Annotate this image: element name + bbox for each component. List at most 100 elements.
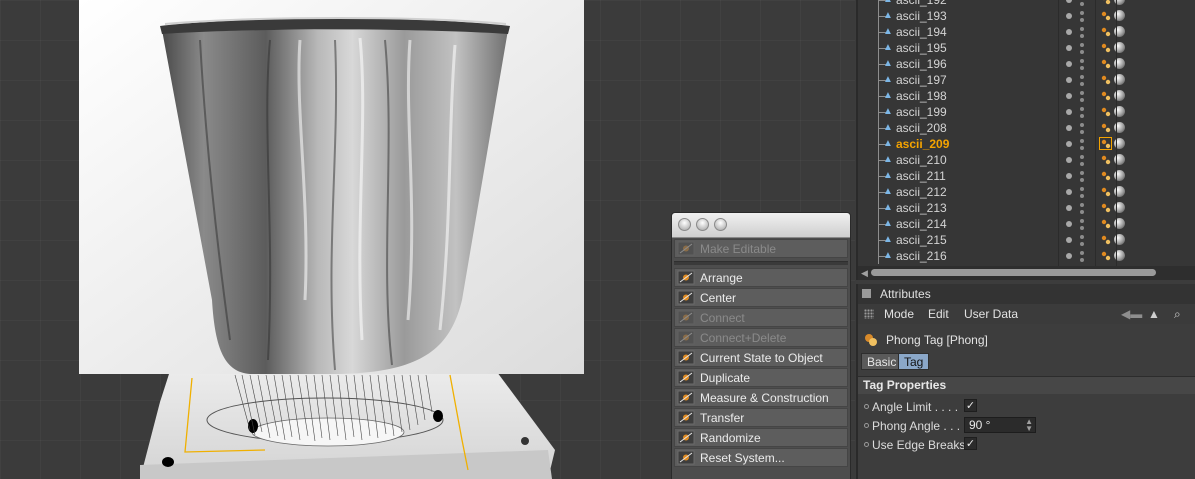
render-visibility-dot-icon[interactable]	[1080, 210, 1084, 214]
render-visibility-dot-icon[interactable]	[1080, 130, 1084, 134]
command-current-state[interactable]: Current State to Object	[674, 348, 848, 367]
phong-tag-icon[interactable]	[1101, 43, 1111, 53]
visibility-dot-icon[interactable]	[1066, 125, 1072, 131]
object-row[interactable]: ▲ ascii_208	[858, 120, 1195, 136]
render-visibility-dot-icon[interactable]	[1080, 98, 1084, 102]
editor-visibility-dot-icon[interactable]	[1080, 123, 1084, 127]
menu-mode[interactable]: Mode	[884, 307, 914, 321]
object-row[interactable]: ▲ ascii_198	[858, 88, 1195, 104]
object-name[interactable]: ascii_199	[896, 105, 947, 119]
editor-visibility-dot-icon[interactable]	[1080, 235, 1084, 239]
object-name[interactable]: ascii_193	[896, 9, 947, 23]
render-visibility-dot-icon[interactable]	[1080, 18, 1084, 22]
visibility-dot-icon[interactable]	[1066, 141, 1072, 147]
scroll-left-arrow-icon[interactable]: ◀	[861, 268, 868, 279]
editor-visibility-dot-icon[interactable]	[1080, 219, 1084, 223]
object-name[interactable]: ascii_194	[896, 25, 947, 39]
editor-visibility-dot-icon[interactable]	[1080, 171, 1084, 175]
command-make-editable[interactable]: Make Editable	[674, 239, 848, 258]
editor-visibility-dot-icon[interactable]	[1080, 155, 1084, 159]
visibility-dot-icon[interactable]	[1066, 45, 1072, 51]
zoom-window-button[interactable]	[714, 218, 727, 231]
object-name[interactable]: ascii_214	[896, 217, 947, 231]
object-row[interactable]: ▲ ascii_215	[858, 232, 1195, 248]
tab-tag[interactable]: Tag	[898, 353, 930, 370]
editor-visibility-dot-icon[interactable]	[1080, 91, 1084, 95]
phong-tag-icon[interactable]	[1101, 27, 1111, 37]
palette-titlebar[interactable]	[672, 213, 850, 238]
editor-visibility-dot-icon[interactable]	[1080, 11, 1084, 15]
visibility-dot-icon[interactable]	[1066, 205, 1072, 211]
editor-visibility-dot-icon[interactable]	[1080, 251, 1084, 255]
object-row[interactable]: ▲ ascii_214	[858, 216, 1195, 232]
command-arrange[interactable]: Arrange	[674, 268, 848, 287]
visibility-dot-icon[interactable]	[1066, 61, 1072, 67]
command-randomize[interactable]: Randomize	[674, 428, 848, 447]
render-visibility-dot-icon[interactable]	[1080, 146, 1084, 150]
phong-tag-icon[interactable]	[1101, 11, 1111, 21]
editor-visibility-dot-icon[interactable]	[1080, 59, 1084, 63]
object-row[interactable]: ▲ ascii_210	[858, 152, 1195, 168]
render-visibility-dot-icon[interactable]	[1080, 162, 1084, 166]
object-name[interactable]: ascii_198	[896, 89, 947, 103]
editor-visibility-dot-icon[interactable]	[1080, 75, 1084, 79]
object-name[interactable]: ascii_209	[896, 137, 949, 151]
phong-tag-icon[interactable]	[1101, 235, 1111, 245]
object-row[interactable]: ▲ ascii_199	[858, 104, 1195, 120]
tab-basic[interactable]: Basic	[861, 353, 903, 370]
visibility-dot-icon[interactable]	[1066, 77, 1072, 83]
visibility-dot-icon[interactable]	[1066, 0, 1072, 3]
command-center[interactable]: Center	[674, 288, 848, 307]
phong-tag-icon[interactable]	[1101, 0, 1111, 5]
phong-tag-icon[interactable]	[1101, 107, 1111, 117]
angle-limit-checkbox[interactable]: ✓	[964, 399, 977, 412]
visibility-dot-icon[interactable]	[1066, 13, 1072, 19]
editor-visibility-dot-icon[interactable]	[1080, 203, 1084, 207]
menu-edit[interactable]: Edit	[928, 307, 949, 321]
object-name[interactable]: ascii_195	[896, 41, 947, 55]
render-visibility-dot-icon[interactable]	[1080, 194, 1084, 198]
minimize-window-button[interactable]	[696, 218, 709, 231]
editor-visibility-dot-icon[interactable]	[1080, 139, 1084, 143]
visibility-dot-icon[interactable]	[1066, 157, 1072, 163]
visibility-dot-icon[interactable]	[1066, 221, 1072, 227]
phong-angle-input[interactable]: 90 ° ▲ ▼	[964, 417, 1036, 433]
editor-visibility-dot-icon[interactable]	[1080, 107, 1084, 111]
command-connect[interactable]: Connect	[674, 308, 848, 327]
command-reset-system[interactable]: Reset System...	[674, 448, 848, 467]
object-row[interactable]: ▲ ascii_211	[858, 168, 1195, 184]
close-window-button[interactable]	[678, 218, 691, 231]
editor-visibility-dot-icon[interactable]	[1080, 27, 1084, 31]
menu-user-data[interactable]: User Data	[964, 307, 1018, 321]
object-name[interactable]: ascii_196	[896, 57, 947, 71]
scrollbar-thumb[interactable]	[871, 269, 1156, 276]
object-row[interactable]: ▲ ascii_196	[858, 56, 1195, 72]
visibility-dot-icon[interactable]	[1066, 237, 1072, 243]
object-row[interactable]: ▲ ascii_213	[858, 200, 1195, 216]
render-visibility-dot-icon[interactable]	[1080, 178, 1084, 182]
object-name[interactable]: ascii_212	[896, 185, 947, 199]
visibility-dot-icon[interactable]	[1066, 189, 1072, 195]
render-visibility-dot-icon[interactable]	[1080, 258, 1084, 262]
object-name[interactable]: ascii_213	[896, 201, 947, 215]
stepper-arrows-icon[interactable]: ▲ ▼	[1025, 418, 1033, 433]
visibility-dot-icon[interactable]	[1066, 93, 1072, 99]
panel-menu-icon[interactable]	[862, 289, 871, 298]
animate-bullet-icon[interactable]	[864, 423, 869, 428]
object-name[interactable]: ascii_210	[896, 153, 947, 167]
phong-tag-icon[interactable]	[1101, 187, 1111, 197]
viewport-3d[interactable]: Make Editable Arrange Center Connect Connect…	[0, 0, 855, 479]
editor-visibility-dot-icon[interactable]	[1080, 187, 1084, 191]
phong-tag-icon[interactable]	[1101, 123, 1111, 133]
object-name[interactable]: ascii_216	[896, 249, 947, 263]
back-arrow-icon[interactable]: ◀▬	[1121, 307, 1142, 321]
command-connect-delete[interactable]: Connect+Delete	[674, 328, 848, 347]
object-row[interactable]: ▲ascii_192	[858, 0, 1195, 8]
render-visibility-dot-icon[interactable]	[1080, 242, 1084, 246]
animate-bullet-icon[interactable]	[864, 442, 869, 447]
visibility-dot-icon[interactable]	[1066, 29, 1072, 35]
phong-tag-icon[interactable]	[1101, 171, 1111, 181]
object-name[interactable]: ascii_197	[896, 73, 947, 87]
visibility-dot-icon[interactable]	[1066, 253, 1072, 259]
object-row[interactable]: ▲ ascii_197	[858, 72, 1195, 88]
